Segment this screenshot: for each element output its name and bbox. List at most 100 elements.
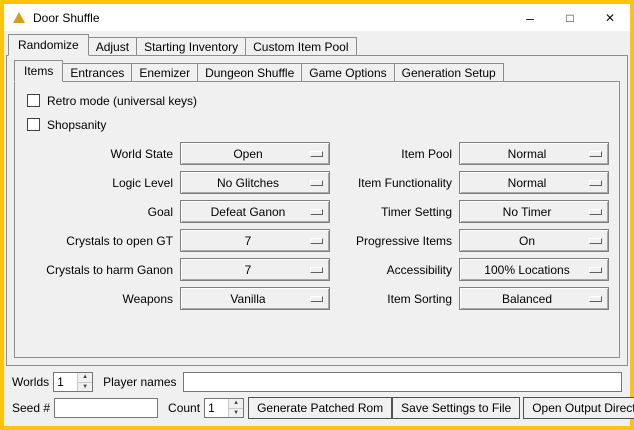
titlebar[interactable]: Door Shuffle – □ ✕ [4,4,630,31]
dropdown-indicator-icon [589,238,602,244]
dropdown-indicator-icon [589,180,602,186]
crystals-open-gt-dropdown[interactable]: 7 [180,229,330,252]
item-pool-dropdown[interactable]: Normal [459,142,609,165]
spin-down-icon: ▼ [233,410,239,416]
worlds-spin-down-button[interactable]: ▼ [78,383,92,392]
main-tab-bar: Randomize Adjust Starting Inventory Cust… [6,31,628,56]
items-panel: Retro mode (universal keys) Shopsanity W… [14,81,620,358]
shopsanity-checkbox[interactable] [27,118,40,131]
item-pool-value: Normal [508,147,547,161]
tab-enemizer[interactable]: Enemizer [131,63,198,82]
save-settings-button[interactable]: Save Settings to File [392,397,520,419]
tab-items[interactable]: Items [14,60,63,82]
progressive-items-dropdown[interactable]: On [459,229,609,252]
weapons-label: Weapons [27,292,175,306]
dropdown-indicator-icon [310,296,323,302]
worlds-label: Worlds [12,375,49,389]
tab-custom-item-pool[interactable]: Custom Item Pool [245,37,356,56]
bottom-bar: Worlds ▲ ▼ Player names Seed # Count [6,366,628,426]
world-state-label: World State [27,147,175,161]
seed-label: Seed # [12,401,50,415]
spin-up-icon: ▲ [82,374,88,380]
shopsanity-label: Shopsanity [47,118,106,132]
sub-tab-bar: Items Entrances Enemizer Dungeon Shuffle… [14,60,620,82]
timer-setting-value: No Timer [503,205,552,219]
count-spinbox-input[interactable] [205,399,228,417]
timer-setting-label: Timer Setting [335,205,454,219]
window: Door Shuffle – □ ✕ Randomize Adjust Star… [0,0,634,430]
crystals-harm-ganon-value: 7 [245,263,252,277]
world-state-value: Open [233,147,262,161]
close-button[interactable]: ✕ [590,4,630,31]
count-spin-arrows: ▲ ▼ [228,399,243,417]
item-functionality-label: Item Functionality [335,176,454,190]
dropdown-indicator-icon [589,267,602,273]
dropdown-indicator-icon [310,180,323,186]
worlds-row: Worlds ▲ ▼ Player names [12,372,622,392]
dropdown-indicator-icon [589,296,602,302]
tab-generation-setup[interactable]: Generation Setup [394,63,504,82]
shopsanity-checkbox-row[interactable]: Shopsanity [27,114,609,135]
item-pool-label: Item Pool [335,147,454,161]
generate-patched-rom-button[interactable]: Generate Patched Rom [248,397,392,419]
tab-adjust[interactable]: Adjust [88,37,137,56]
tab-dungeon-shuffle[interactable]: Dungeon Shuffle [197,63,302,82]
worlds-spinbox: ▲ ▼ [53,372,93,392]
open-output-directory-button[interactable]: Open Output Directory [523,397,634,419]
tab-game-options[interactable]: Game Options [301,63,394,82]
world-state-dropdown[interactable]: Open [180,142,330,165]
count-spin-up-button[interactable]: ▲ [229,399,243,409]
accessibility-value: 100% Locations [484,263,569,277]
goal-value: Defeat Ganon [211,205,286,219]
tab-randomize[interactable]: Randomize [8,34,89,56]
timer-setting-dropdown[interactable]: No Timer [459,200,609,223]
close-icon: ✕ [605,11,615,25]
maximize-button[interactable]: □ [550,4,590,31]
spin-up-icon: ▲ [233,400,239,406]
player-names-input[interactable] [183,372,623,392]
count-spin-down-button[interactable]: ▼ [229,409,243,418]
options-grid: World State Open Item Pool Normal Logic … [27,142,609,310]
crystals-open-gt-value: 7 [245,234,252,248]
count-spinbox: ▲ ▼ [204,398,244,418]
dropdown-indicator-icon [310,238,323,244]
app-icon[interactable] [13,12,25,23]
dropdown-indicator-icon [310,151,323,157]
tab-starting-inventory[interactable]: Starting Inventory [136,37,246,56]
accessibility-dropdown[interactable]: 100% Locations [459,258,609,281]
seed-input[interactable] [54,398,158,418]
maximize-icon: □ [566,11,573,25]
logic-level-label: Logic Level [27,176,175,190]
retro-mode-checkbox-row[interactable]: Retro mode (universal keys) [27,90,609,111]
retro-mode-checkbox[interactable] [27,94,40,107]
progressive-items-value: On [519,234,535,248]
dropdown-indicator-icon [589,209,602,215]
weapons-dropdown[interactable]: Vanilla [180,287,330,310]
randomize-panel: Items Entrances Enemizer Dungeon Shuffle… [6,55,628,366]
worlds-spinbox-input[interactable] [54,373,77,391]
dropdown-indicator-icon [310,267,323,273]
player-names-label: Player names [103,375,176,389]
worlds-spin-up-button[interactable]: ▲ [78,373,92,383]
goal-label: Goal [27,205,175,219]
crystals-open-gt-label: Crystals to open GT [27,234,175,248]
count-label: Count [168,401,200,415]
logic-level-value: No Glitches [217,176,279,190]
window-body: Randomize Adjust Starting Inventory Cust… [4,31,630,426]
goal-dropdown[interactable]: Defeat Ganon [180,200,330,223]
progressive-items-label: Progressive Items [335,234,454,248]
dropdown-indicator-icon [310,209,323,215]
retro-mode-label: Retro mode (universal keys) [47,94,197,108]
weapons-value: Vanilla [230,292,265,306]
spin-down-icon: ▼ [82,384,88,390]
crystals-harm-ganon-dropdown[interactable]: 7 [180,258,330,281]
item-functionality-dropdown[interactable]: Normal [459,171,609,194]
logic-level-dropdown[interactable]: No Glitches [180,171,330,194]
accessibility-label: Accessibility [335,263,454,277]
crystals-harm-ganon-label: Crystals to harm Ganon [27,263,175,277]
tab-entrances[interactable]: Entrances [62,63,132,82]
item-sorting-dropdown[interactable]: Balanced [459,287,609,310]
minimize-button[interactable]: – [510,4,550,31]
window-title: Door Shuffle [33,11,100,25]
item-sorting-label: Item Sorting [335,292,454,306]
